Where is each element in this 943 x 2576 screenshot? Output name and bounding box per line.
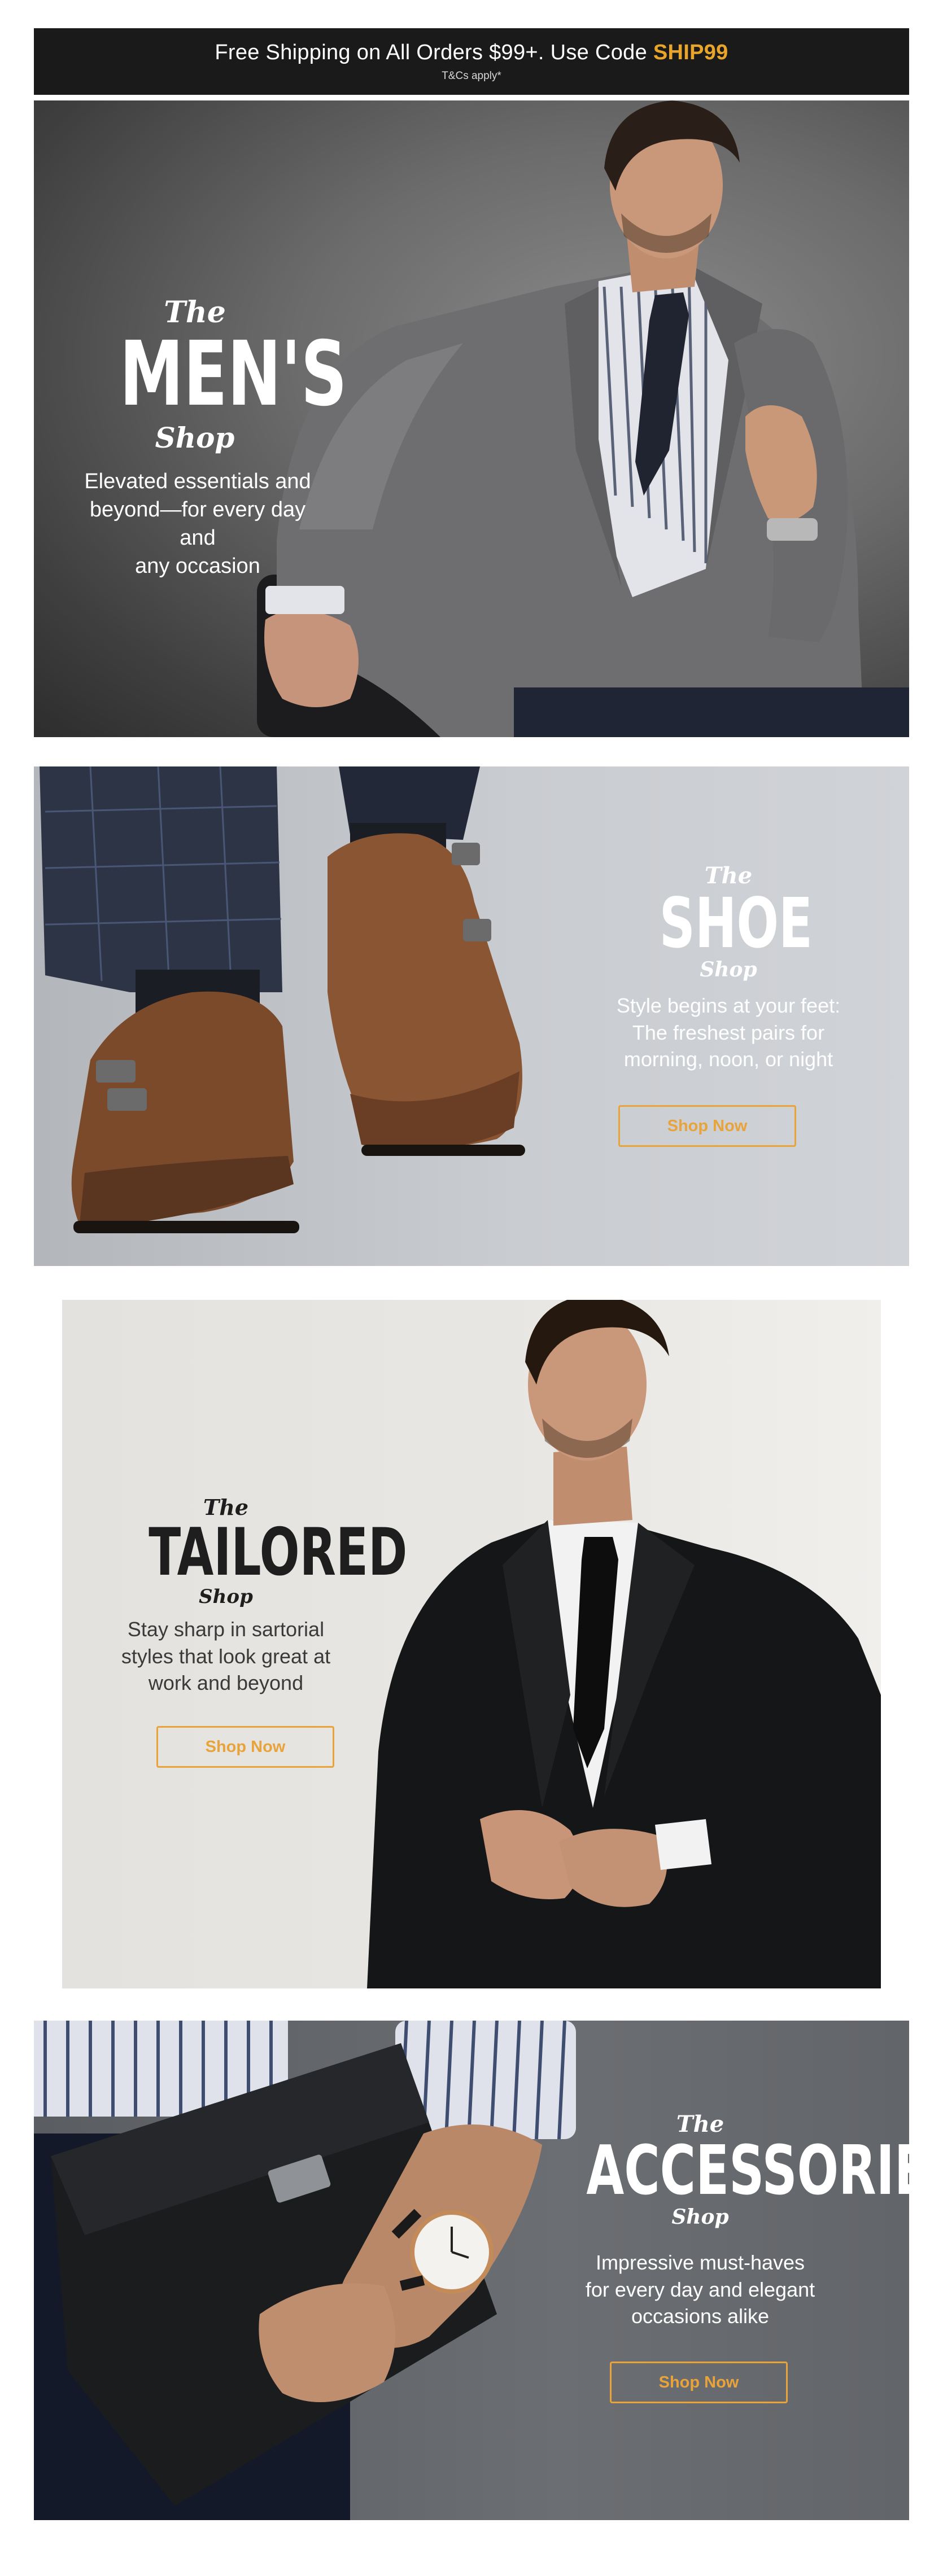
accessories-shop-description: Impressive must-haves for every day and … [542,2249,858,2330]
description-line: The freshest pairs for [632,1020,825,1044]
description-line: morning, noon, or night [623,1048,833,1071]
accessories-shop-banner[interactable]: The ACCESSORIES Shop Impressive must-hav… [34,2021,909,2520]
description-line: Stay sharp in sartorial [127,1618,325,1641]
description-line: any occasion [135,554,260,579]
promo-text: Free Shipping on All Orders $99+. Use Co… [215,41,653,64]
tailored-shop-description: Stay sharp in sartorial styles that look… [107,1616,344,1697]
description-line: beyond—for every day and [89,498,306,550]
description-line: work and beyond [148,1671,304,1695]
shoe-shop-title: SHOE [659,883,813,963]
tailored-shop-now-button[interactable]: Shop Now [156,1726,334,1768]
description-line: Elevated essentials and [84,470,311,493]
mens-shop-banner[interactable]: The MEN'S Shop Elevated essentials and b… [34,100,909,737]
promo-code: SHIP99 [653,41,728,64]
description-line: for every day and elegant [585,2277,815,2301]
tailored-shop-banner[interactable]: The TAILORED Shop Stay sharp in sartoria… [62,1300,881,1988]
shoe-shop-banner[interactable]: The SHOE Shop Style begins at your feet:… [34,766,909,1266]
mens-shop-title: MEN'S [119,322,347,426]
shoe-title-block: The SHOE Shop [632,862,824,982]
mens-title-block: The MEN'S Shop [90,295,347,454]
tailored-shop-title: TAILORED [149,1514,408,1591]
shoe-shop-now-button[interactable]: Shop Now [618,1105,796,1147]
accessories-title-block: The ACCESSORIES Shop [542,2111,909,2229]
promo-message: Free Shipping on All Orders $99+. Use Co… [34,41,909,65]
description-line: Style begins at your feet: [616,994,841,1017]
description-line: Impressive must-haves [595,2251,805,2274]
promo-terms: T&Cs apply* [442,70,501,82]
shoe-shop-description: Style begins at your feet: The freshest … [559,992,898,1073]
promo-bar[interactable]: Free Shipping on All Orders $99+. Use Co… [34,28,909,95]
accessories-shop-now-button[interactable]: Shop Now [610,2362,788,2403]
tailored-title-block: The TAILORED Shop [119,1495,408,1608]
mens-shop-description: Elevated essentials and beyond—for every… [73,467,322,581]
accessories-shop-title: ACCESSORIES [586,2132,909,2210]
description-line: occasions alike [631,2305,770,2328]
description-line: styles that look great at [121,1644,331,1668]
